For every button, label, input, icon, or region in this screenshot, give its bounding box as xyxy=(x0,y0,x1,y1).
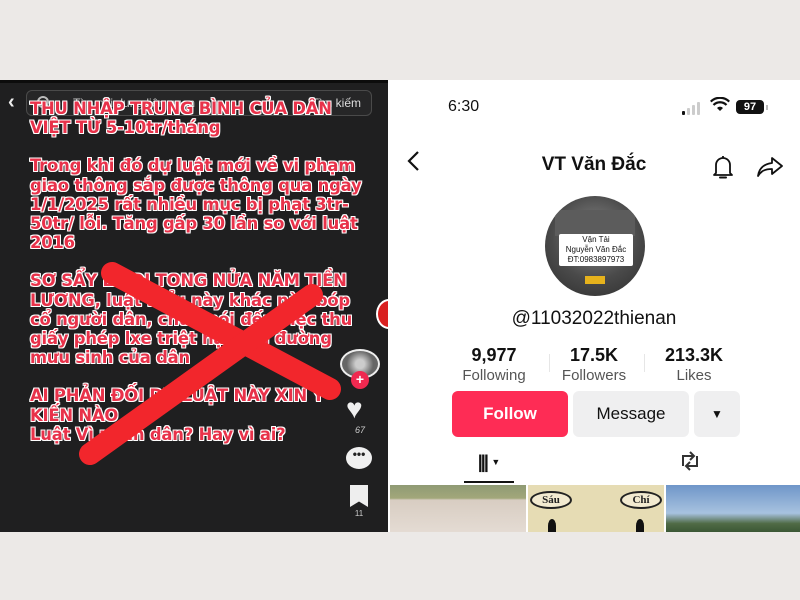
stat-value: 17.5K xyxy=(569,345,619,365)
stat-label: Likes xyxy=(676,367,712,384)
video-grid: Sáu Chí xyxy=(388,485,800,532)
caret-down-icon: ▼ xyxy=(491,457,501,467)
post-caption: THU NHẬP TRUNG BÌNH CỦA DÂN VIỆT TỪ 5-10… xyxy=(30,99,366,444)
avatar-sign: Vận Tải Nguyễn Văn Đắc ĐT:0983897973 xyxy=(559,234,633,266)
avatar-plate xyxy=(585,276,605,284)
profile-stats: 9,977 Following 17.5K Followers 213.3K L… xyxy=(444,344,744,388)
caption-paragraph: AI PHẢN ĐỐI DỰ LUẬT NÀY XIN Ý KIẾN NÀO xyxy=(30,386,325,425)
avatar-truck xyxy=(555,210,635,236)
live-indicator-icon xyxy=(376,299,388,329)
follow-plus-icon[interactable]: + xyxy=(351,371,369,389)
wifi-icon xyxy=(710,96,730,118)
stat-following[interactable]: 9,977 Following xyxy=(444,344,544,386)
stat-value: 213.3K xyxy=(664,345,724,365)
battery-tip xyxy=(766,105,768,110)
speech-bubble: Sáu xyxy=(530,491,572,509)
stat-followers[interactable]: 17.5K Followers xyxy=(544,344,644,386)
video-thumbnail[interactable] xyxy=(390,485,526,532)
back-icon[interactable]: ‹ xyxy=(8,91,15,114)
heart-icon[interactable]: ♥ xyxy=(346,395,363,423)
video-thumbnail[interactable]: Sáu Chí xyxy=(528,485,664,532)
stat-value: 9,977 xyxy=(471,345,517,365)
profile-title: VT Văn Đắc xyxy=(541,154,647,175)
stat-label: Followers xyxy=(561,367,627,384)
share-icon[interactable] xyxy=(756,154,784,180)
more-options-button[interactable]: ▼ xyxy=(694,391,740,437)
bell-icon[interactable] xyxy=(710,154,736,180)
caption-paragraph: Trong khi đó dự luật mới về vi phạm giao… xyxy=(30,156,362,253)
bookmark-count: 11 xyxy=(354,509,364,518)
profile-avatar[interactable]: Vận Tải Nguyễn Văn Đắc ĐT:0983897973 xyxy=(545,196,645,296)
caption-paragraph: SƠ SẨY LÀ ĐI TONG NỬA NĂM TIỀN LƯƠNG, lu… xyxy=(30,271,353,368)
speech-bubble: Chí xyxy=(620,491,662,509)
sign-line: ĐT:0983897973 xyxy=(567,255,625,264)
sign-line: Vận Tải xyxy=(582,235,610,244)
figure-silhouette xyxy=(636,519,644,532)
video-thumbnail[interactable] xyxy=(666,485,800,532)
bookmark-icon[interactable] xyxy=(350,485,368,507)
sign-line: Nguyễn Văn Đắc xyxy=(565,245,627,254)
tab-reposts[interactable] xyxy=(678,450,702,478)
figure-silhouette xyxy=(548,519,556,532)
message-button[interactable]: Message xyxy=(573,391,689,437)
grid-icon: ||| xyxy=(477,452,489,472)
follow-button[interactable]: Follow xyxy=(452,391,568,437)
active-tab-indicator xyxy=(464,481,514,483)
status-time: 6:30 xyxy=(448,98,480,115)
caption-paragraph: Luật Vì nhân dân? Hay vì ai? xyxy=(30,424,286,444)
tab-videos[interactable]: ||| ▼ xyxy=(464,452,514,480)
caption-paragraph: THU NHẬP TRUNG BÌNH CỦA DÂN VIỆT TỪ 5-10… xyxy=(30,99,332,138)
battery-icon: 97 xyxy=(736,100,764,114)
like-count: 67 xyxy=(354,425,365,435)
tiktok-video-panel: ‹ Tìm nội dung liên quan Tìm kiếm THU NH… xyxy=(0,80,388,532)
stat-label: Following xyxy=(462,367,526,384)
tiktok-profile-panel: 6:30 97 VT Văn Đắc Vận Tải Nguyễn Văn Đắ… xyxy=(388,80,800,532)
signal-icon xyxy=(682,102,704,115)
comment-icon[interactable]: ••• xyxy=(346,447,372,469)
repost-icon xyxy=(682,451,698,471)
composite-screenshot: ‹ Tìm nội dung liên quan Tìm kiếm THU NH… xyxy=(0,0,800,600)
username-handle: @11032022thienan xyxy=(511,308,677,329)
stat-likes[interactable]: 213.3K Likes xyxy=(644,344,744,386)
